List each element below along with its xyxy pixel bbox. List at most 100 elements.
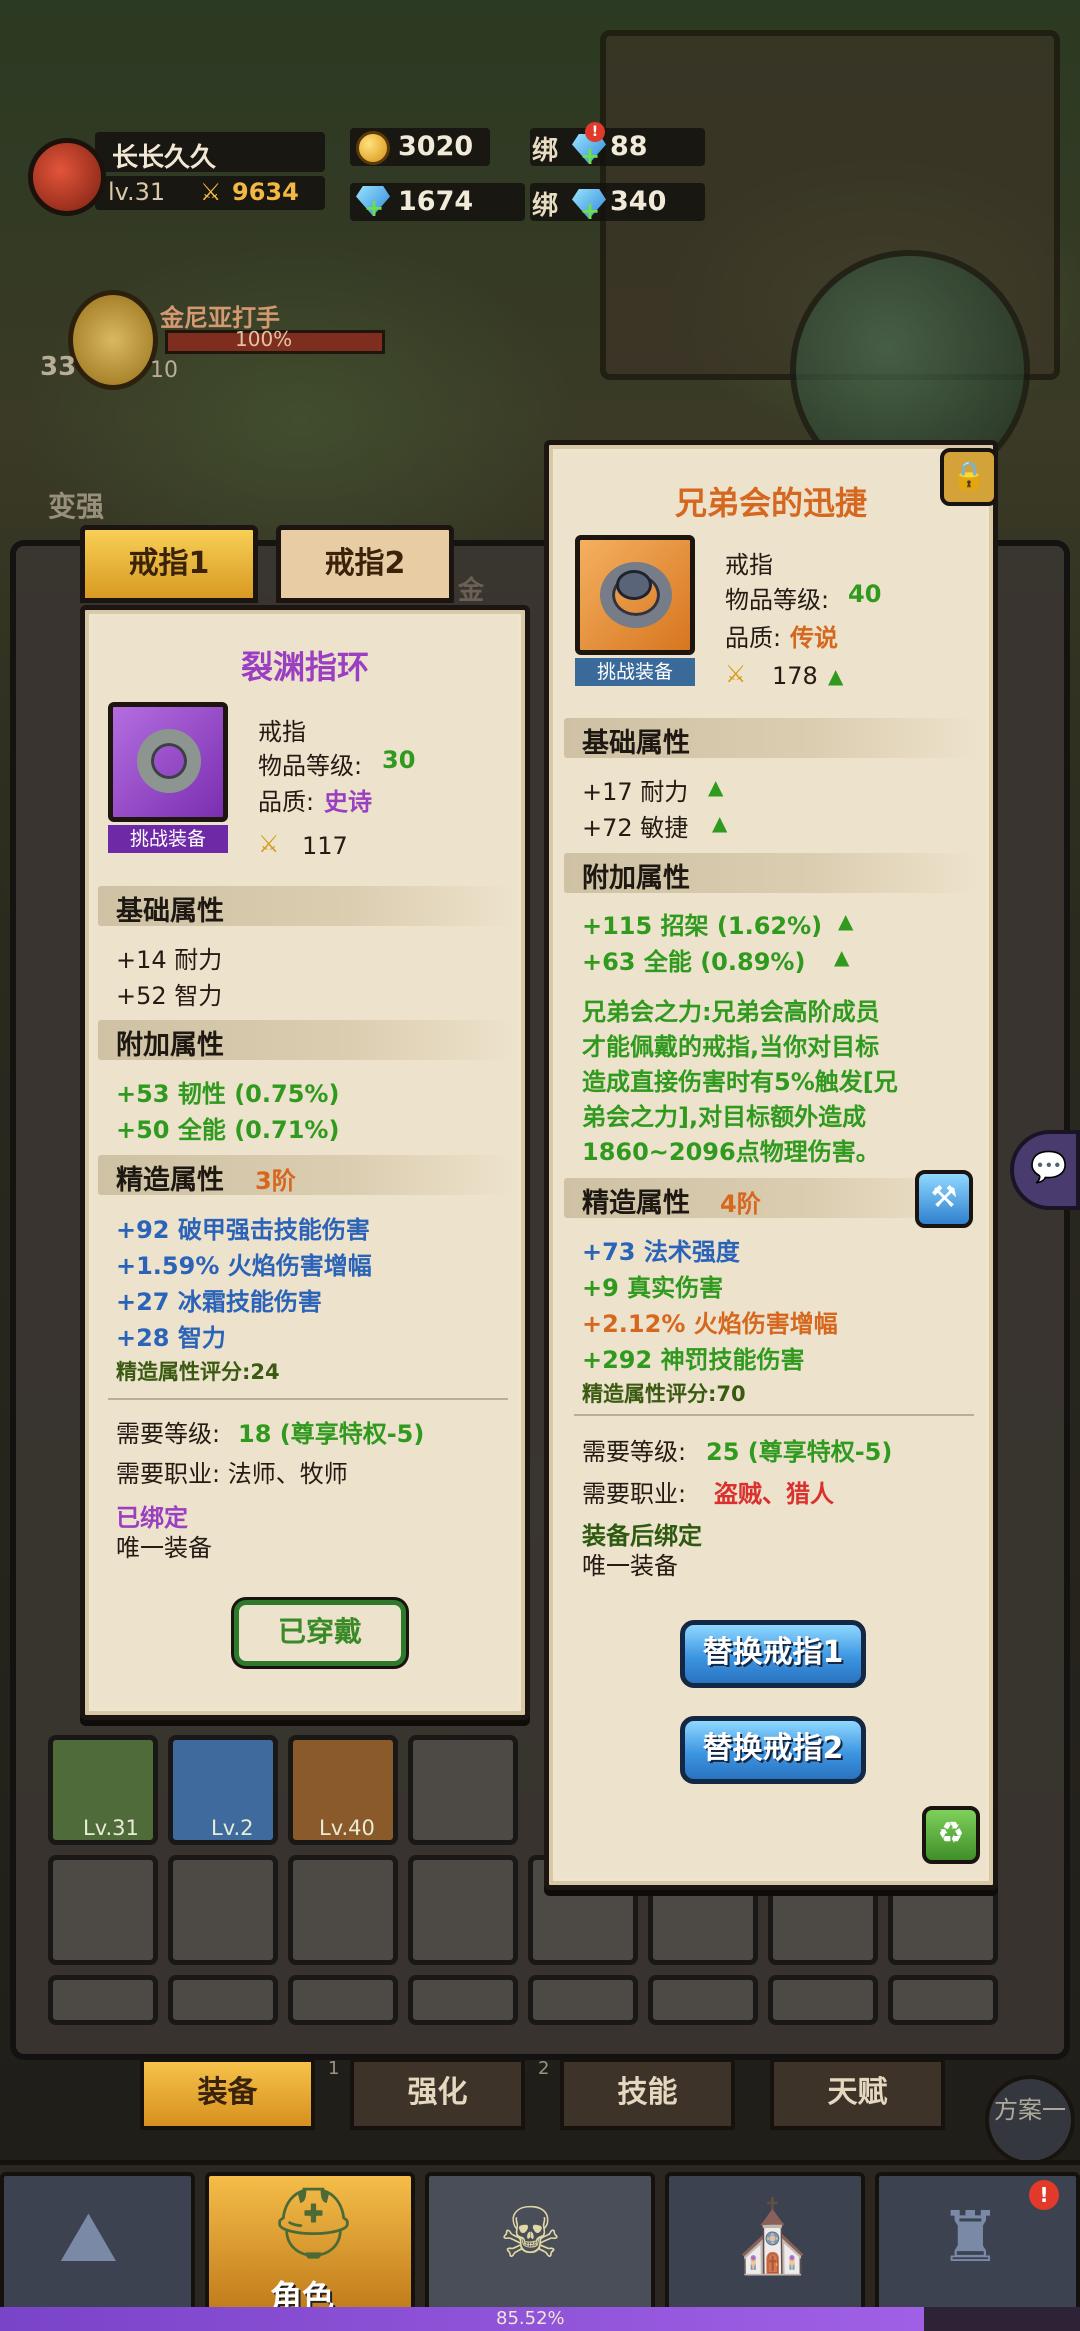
player-name: 长长久久 — [112, 143, 217, 173]
inventory-slot[interactable] — [168, 1975, 278, 2025]
slot-level: Lv.40 — [319, 1816, 375, 1840]
set-desc-line: 兄弟会之力:兄弟会高阶成员 — [582, 998, 880, 1026]
plus-icon[interactable]: + — [580, 142, 600, 170]
required-class: 需要职业: 法师、牧师 — [116, 1460, 348, 1488]
inventory-slot[interactable] — [48, 1855, 158, 1965]
extra-attr: +53 韧性 (0.75%) — [116, 1080, 340, 1108]
challenge-gear-tag: 挑战装备 — [575, 658, 695, 686]
replace-ring-2-button[interactable]: 替换戒指2 — [680, 1716, 866, 1784]
item-icon[interactable] — [108, 702, 228, 822]
bound-label-top: 绑 — [532, 136, 559, 166]
required-class: 盗贼、猎人 — [714, 1480, 834, 1508]
unique-status: 唯一装备 — [116, 1534, 212, 1562]
bound-label: 绑 — [532, 191, 559, 221]
base-attr-header: 基础属性 — [116, 896, 224, 927]
nav-item-guild[interactable]: ⛪ — [665, 2172, 865, 2317]
tab-skills[interactable]: 技能 — [560, 2058, 735, 2130]
gold-amount: 3020 — [398, 131, 474, 162]
up-arrow-icon: ▲ — [834, 945, 850, 969]
character-helmet-icon: ⛑ — [269, 2182, 358, 2264]
boss-sub-count: 10 — [150, 358, 178, 383]
inventory-slot[interactable]: Lv.40 — [288, 1735, 398, 1845]
extra-attr: +50 全能 (0.71%) — [116, 1116, 340, 1144]
nav-item-map[interactable]: ⛰ — [0, 2172, 195, 2317]
forge-attr: +27 冰霜技能伤害 — [116, 1288, 322, 1316]
slot-level: Lv.2 — [211, 1816, 254, 1840]
item-score: 117 — [302, 832, 348, 860]
inventory-slot[interactable] — [168, 1855, 278, 1965]
inventory-slot[interactable]: Lv.2 — [168, 1735, 278, 1845]
required-level-label: 需要等级: — [582, 1438, 687, 1466]
forge-tier: 3阶 — [255, 1167, 296, 1195]
forge-score: 精造属性评分:70 — [582, 1382, 746, 1406]
plus-icon[interactable]: + — [580, 197, 600, 225]
forge-attr: +73 法术强度 — [582, 1238, 740, 1266]
slot-level: Lv.31 — [83, 1816, 139, 1840]
inventory-slot[interactable] — [408, 1735, 518, 1845]
chat-button[interactable]: 💬 — [1010, 1130, 1080, 1210]
inventory-slot[interactable] — [768, 1975, 878, 2025]
forge-attr: +1.59% 火焰伤害增幅 — [116, 1252, 372, 1280]
extra-attr-header: 附加属性 — [116, 1030, 224, 1061]
required-level: 25 (尊享特权-5) — [706, 1438, 893, 1466]
nav-item-castle[interactable]: ♜ ! — [875, 2172, 1080, 2317]
plan-button[interactable]: 方案一 — [985, 2075, 1075, 2165]
challenge-gear-tag: 挑战装备 — [108, 825, 228, 853]
required-level: 18 (尊享特权-5) — [238, 1420, 425, 1448]
guild-hall-icon: ⛪ — [729, 2196, 817, 2278]
forge-attr: +92 破甲强击技能伤害 — [116, 1216, 370, 1244]
lock-icon[interactable]: 🔒 — [940, 448, 998, 506]
forge-attr-header: 精造属性 — [116, 1165, 224, 1196]
base-attr: +14 耐力 — [116, 946, 223, 974]
item-level-label: 物品等级: — [258, 752, 363, 780]
equipped-button[interactable]: 已穿戴 — [234, 1600, 406, 1666]
skull-swords-icon: ☠ — [499, 2192, 562, 2274]
inventory-slot[interactable] — [528, 1975, 638, 2025]
get-stronger-button[interactable]: 变强 — [48, 485, 104, 525]
item-type: 戒指 — [725, 551, 773, 579]
forge-attr: +28 智力 — [116, 1324, 226, 1352]
forge-hammer-icon[interactable]: ⚒ — [915, 1170, 973, 1228]
base-attr-header: 基础属性 — [582, 728, 690, 759]
inventory-slot[interactable] — [408, 1855, 518, 1965]
power-icon: ⚔ — [200, 178, 222, 206]
tab-equipment[interactable]: 装备 — [140, 2058, 315, 2130]
quality-value: 史诗 — [324, 788, 372, 816]
recycle-icon[interactable]: ♻ — [922, 1806, 980, 1864]
gem-amount: 1674 — [398, 186, 474, 217]
item-icon[interactable] — [575, 535, 695, 655]
boss-progress: 100% — [235, 327, 293, 351]
tab-enhance[interactable]: 强化 — [350, 2058, 525, 2130]
up-arrow-icon: ▲ — [708, 775, 724, 799]
item-level: 30 — [382, 746, 416, 774]
tab-talent[interactable]: 天赋 — [770, 2058, 945, 2130]
player-avatar[interactable] — [28, 138, 106, 216]
xp-percent: 85.52% — [496, 2308, 565, 2329]
forge-score: 精造属性评分:24 — [116, 1360, 280, 1384]
inventory-slot[interactable] — [408, 1975, 518, 2025]
nav-item-battle[interactable]: ☠ — [425, 2172, 655, 2317]
forge-attr: +2.12% 火焰伤害增幅 — [582, 1310, 838, 1338]
side-label: 金 — [458, 576, 485, 606]
inventory-slot[interactable]: Lv.31 — [48, 1735, 158, 1845]
item-score: 178 — [772, 662, 818, 690]
item-title: 兄弟会的迅捷 — [674, 484, 867, 522]
tab-ring-1[interactable]: 戒指1 — [80, 525, 258, 603]
boss-icon[interactable] — [68, 290, 158, 390]
plus-icon[interactable]: + — [364, 194, 384, 222]
inventory-slot[interactable] — [288, 1855, 398, 1965]
replace-ring-1-button[interactable]: 替换戒指1 — [680, 1620, 866, 1688]
item-level-label: 物品等级: — [725, 586, 830, 614]
ring-gem-icon — [616, 570, 652, 600]
inventory-slot[interactable] — [888, 1975, 998, 2025]
tab-ring-2[interactable]: 戒指2 — [276, 525, 454, 603]
inventory-slot[interactable] — [648, 1975, 758, 2025]
item-title: 裂渊指环 — [240, 648, 369, 686]
forge-tier: 4阶 — [720, 1190, 761, 1218]
set-desc-line: 弟会之力],对目标额外造成 — [582, 1103, 867, 1131]
up-arrow-icon: ▲ — [712, 811, 728, 835]
base-attr: +17 耐力 — [582, 778, 689, 806]
inventory-slot[interactable] — [48, 1975, 158, 2025]
inventory-slot[interactable] — [288, 1975, 398, 2025]
unique-status: 唯一装备 — [582, 1552, 678, 1580]
